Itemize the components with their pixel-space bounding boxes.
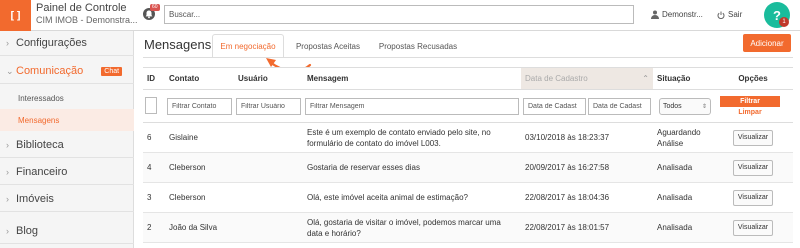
filter-date-from-input[interactable] — [523, 97, 586, 115]
select-value: Todos — [663, 102, 682, 110]
table-header-row: ID Contato Usuário Mensagem Data de Cada… — [143, 67, 793, 90]
sidebar-item-label: Comunicação — [16, 65, 84, 77]
chevron-right-icon: › — [6, 140, 9, 150]
cell-data: 03/10/2018 às 18:23:37 — [521, 122, 653, 153]
sidebar-item-label: Biblioteca — [16, 139, 64, 151]
sidebar: › Configurações ⌄ Comunicação Chat Inter… — [0, 31, 134, 248]
top-bar: [] Painel de Controle CIM IMOB - Demonst… — [0, 0, 800, 31]
chevron-right-icon: › — [6, 194, 9, 204]
table-row: 3 Cleberson Olá, este imóvel aceita anim… — [143, 182, 793, 213]
cell-mensagem: Olá, este imóvel aceita animal de estima… — [303, 182, 521, 213]
cell-contato: Gislaine — [165, 122, 234, 153]
brand-title: Painel de Controle — [36, 2, 127, 14]
cell-usuario — [234, 212, 303, 243]
cell-mensagem: Gostaria de reservar esses dias — [303, 152, 521, 183]
chevron-down-icon: ⌄ — [6, 65, 14, 76]
sidebar-item-label: Financeiro — [16, 166, 68, 178]
tab-propostas-recusadas[interactable]: Propostas Recusadas — [370, 34, 466, 58]
select-arrows-icon: ⇕ — [701, 103, 707, 110]
col-header-data-cadastro[interactable]: Data de Cadastro ⌃ — [521, 67, 653, 90]
search-input[interactable] — [164, 5, 634, 24]
col-header-label: Data de Cadastro — [525, 74, 588, 83]
chat-badge[interactable]: Chat — [101, 66, 123, 76]
filter-button[interactable]: Filtrar — [720, 96, 780, 107]
cell-id: 3 — [143, 182, 165, 213]
brand-subtitle: CIM IMOB - Demonstra... — [36, 15, 138, 25]
cell-id: 6 — [143, 122, 165, 153]
select-all-checkbox[interactable] — [145, 96, 157, 114]
cell-usuario — [234, 122, 303, 153]
table-row: 6 Gislaine Este é um exemplo de contato … — [143, 122, 793, 153]
sidebar-item-blog[interactable]: › Blog — [0, 219, 134, 244]
filter-date-to-input[interactable] — [588, 97, 651, 115]
sidebar-item-label: Imóveis — [16, 193, 54, 205]
cell-data: 22/08/2017 às 18:01:57 — [521, 212, 653, 243]
user-menu[interactable]: Demonstr... — [651, 10, 703, 19]
view-button[interactable]: Visualizar — [733, 219, 773, 236]
cell-situacao: Aguardando Análise — [653, 122, 713, 153]
sidebar-item-configuracoes[interactable]: › Configurações — [0, 31, 134, 56]
cell-contato: Cleberson — [165, 152, 234, 183]
cell-id: 2 — [143, 212, 165, 243]
notifications-badge: 60 — [150, 4, 160, 11]
page-title: Mensagens — [144, 37, 212, 52]
brand-logo[interactable]: [] — [0, 0, 31, 31]
view-button[interactable]: Visualizar — [733, 159, 773, 176]
cell-situacao: Analisada — [653, 212, 713, 243]
logout-button[interactable]: Sair — [717, 10, 742, 19]
tab-divider — [143, 57, 793, 58]
cell-id: 4 — [143, 152, 165, 183]
power-icon — [717, 11, 725, 19]
cell-data: 22/08/2017 às 18:04:36 — [521, 182, 653, 213]
filter-contato-input[interactable] — [167, 97, 232, 115]
sidebar-item-comunicacao[interactable]: ⌄ Comunicação Chat — [0, 59, 134, 84]
cell-contato: Cleberson — [165, 182, 234, 213]
chevron-right-icon: › — [6, 226, 9, 236]
cell-situacao: Analisada — [653, 152, 713, 183]
col-header-id[interactable]: ID — [143, 67, 165, 90]
cell-situacao: Analisada — [653, 182, 713, 213]
view-button[interactable]: Visualizar — [733, 189, 773, 206]
filter-row: Todos ⇕ Filtrar Limpar — [143, 89, 793, 123]
cell-mensagem: Olá, gostaria de visitar o imóvel, podem… — [303, 212, 521, 243]
sidebar-item-label: Blog — [16, 225, 39, 237]
logout-label: Sair — [728, 10, 743, 19]
date-filter-group — [523, 97, 651, 115]
sidebar-subitem-mensagens[interactable]: Mensagens — [0, 109, 134, 131]
table-row: 2 João da Silva Olá, gostaria de visitar… — [143, 212, 793, 243]
sidebar-item-imoveis[interactable]: › Imóveis — [0, 187, 134, 212]
col-header-contato[interactable]: Contato — [165, 67, 234, 90]
add-button[interactable]: Adicionar — [743, 34, 791, 52]
sort-up-icon[interactable]: ⌃ — [642, 74, 649, 83]
col-header-mensagem[interactable]: Mensagem — [303, 67, 521, 90]
sidebar-item-biblioteca[interactable]: › Biblioteca — [0, 133, 134, 158]
sidebar-subitem-interessados[interactable]: Interessados — [0, 87, 134, 109]
col-header-opcoes: Opções — [713, 67, 793, 90]
view-button[interactable]: Visualizar — [733, 129, 773, 146]
col-header-usuario[interactable]: Usuário — [234, 67, 303, 90]
messages-table: ID Contato Usuário Mensagem Data de Cada… — [143, 67, 793, 243]
help-badge: 1 — [779, 17, 789, 27]
sidebar-item-financeiro[interactable]: › Financeiro — [0, 160, 134, 185]
cell-usuario — [234, 182, 303, 213]
clear-filters-link[interactable]: Limpar — [720, 109, 780, 116]
sidebar-item-label: Configurações — [16, 37, 87, 49]
user-name: Demonstr... — [662, 10, 703, 19]
cell-contato: João da Silva — [165, 212, 234, 243]
cell-data: 20/09/2017 às 16:27:58 — [521, 152, 653, 183]
filter-usuario-input[interactable] — [236, 97, 301, 115]
user-icon — [651, 10, 659, 19]
chevron-right-icon: › — [6, 38, 9, 48]
cell-mensagem: Este é um exemplo de contato enviado pel… — [303, 122, 521, 153]
chevron-right-icon: › — [6, 167, 9, 177]
table-row: 4 Cleberson Gostaria de reservar esses d… — [143, 152, 793, 183]
cell-usuario — [234, 152, 303, 183]
filter-mensagem-input[interactable] — [305, 97, 519, 115]
filter-situacao-select[interactable]: Todos ⇕ — [659, 97, 711, 115]
col-header-situacao[interactable]: Situação — [653, 67, 713, 90]
